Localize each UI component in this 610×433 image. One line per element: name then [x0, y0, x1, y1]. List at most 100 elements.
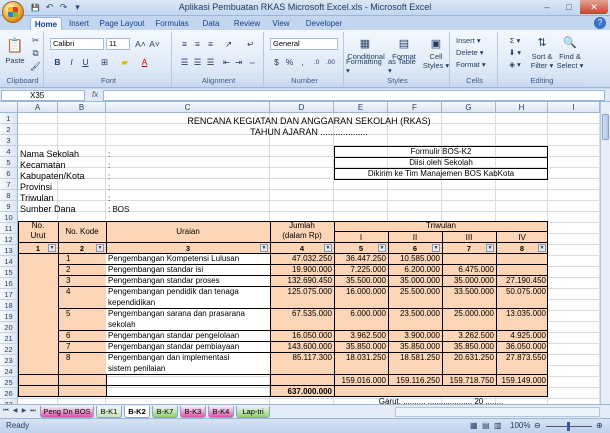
increase-decimal-button[interactable]: .0 [310, 56, 323, 68]
insert-cells-button[interactable]: Insert ▾ [456, 35, 496, 46]
next-sheet-icon[interactable]: ▶ [20, 407, 28, 416]
row-header-13[interactable]: 13 [0, 245, 18, 256]
tab-insert[interactable]: Insert [64, 17, 94, 30]
vertical-scroll-thumb[interactable] [602, 114, 609, 140]
cell-styles-icon[interactable]: ▣ [428, 36, 444, 50]
insert-function-icon[interactable]: fx [92, 90, 98, 99]
autofilter-dropdown-icon[interactable]: ▼ [324, 244, 332, 252]
decrease-decimal-button[interactable]: .00 [324, 56, 337, 68]
align-top-icon[interactable]: ≡ [178, 38, 191, 50]
column-header-f[interactable]: F [388, 102, 442, 113]
maximize-button[interactable]: □ [558, 0, 580, 14]
row-header-14[interactable]: 14 [0, 256, 18, 267]
autofilter-dropdown-icon[interactable]: ▼ [96, 244, 104, 252]
sort-filter-button[interactable]: Sort & [528, 52, 556, 61]
find-select-button-2[interactable]: Select ▾ [556, 61, 584, 70]
tab-review[interactable]: Review [230, 17, 264, 30]
delete-cells-button[interactable]: Delete ▾ [456, 47, 496, 58]
sheet-tab-b-k3[interactable]: B-K3 [180, 406, 206, 418]
autofilter-dropdown-icon[interactable]: ▼ [486, 244, 494, 252]
sort-filter-icon[interactable]: ⇅ [534, 35, 550, 49]
sort-filter-button-2[interactable]: Filter ▾ [528, 61, 556, 70]
row-header-6[interactable]: 6 [0, 168, 18, 179]
align-center-icon[interactable]: ☰ [191, 56, 204, 68]
format-cells-button[interactable]: Format ▾ [456, 59, 496, 70]
close-button[interactable]: ✕ [580, 0, 608, 14]
tab-home[interactable]: Home [30, 17, 62, 30]
autosum-button[interactable]: Σ ▾ [504, 35, 526, 46]
row-header-25[interactable]: 25 [0, 377, 18, 388]
row-header-3[interactable]: 3 [0, 135, 18, 146]
column-header-i[interactable]: I [548, 102, 600, 113]
row-header-15[interactable]: 15 [0, 267, 18, 278]
sheet-tab-lap-tri[interactable]: Lap-tri [236, 406, 270, 418]
row-header-22[interactable]: 22 [0, 344, 18, 355]
shrink-font-icon[interactable]: A˅ [148, 38, 161, 50]
tab-view[interactable]: View [268, 17, 294, 30]
autofilter-dropdown-icon[interactable]: ▼ [48, 244, 56, 252]
wrap-text-icon[interactable]: ↵ [244, 38, 257, 50]
column-header-h[interactable]: H [496, 102, 548, 113]
orientation-icon[interactable]: ↗ [222, 38, 235, 50]
paste-button[interactable]: Paste [2, 56, 28, 65]
format-painter-icon[interactable]: 🖌 [29, 60, 42, 72]
tab-developer[interactable]: Developer [302, 17, 346, 30]
sheet-tab-b-k4[interactable]: B-K4 [208, 406, 234, 418]
tab-formulas[interactable]: Formulas [152, 17, 192, 30]
row-header-26[interactable]: 26 [0, 388, 18, 399]
sheet-tab-b-k2[interactable]: B-K2 [124, 406, 150, 418]
cell-styles-button-2[interactable]: Styles ▾ [422, 61, 450, 70]
office-button[interactable] [2, 1, 24, 23]
horizontal-scrollbar[interactable] [395, 407, 600, 417]
row-header-12[interactable]: 12 [0, 234, 18, 245]
row-header-4[interactable]: 4 [0, 146, 18, 157]
align-right-icon[interactable]: ☰ [204, 56, 217, 68]
conditional-formatting-button-2[interactable]: Formatting ▾ [346, 57, 386, 75]
autofilter-dropdown-icon[interactable]: ▼ [538, 244, 546, 252]
column-header-c[interactable]: C [106, 102, 270, 113]
row-header-21[interactable]: 21 [0, 333, 18, 344]
autofilter-dropdown-icon[interactable]: ▼ [432, 244, 440, 252]
comma-button[interactable]: , [296, 56, 309, 68]
zoom-in-icon[interactable]: ⊕ [596, 421, 603, 430]
column-header-e[interactable]: E [334, 102, 388, 113]
help-icon[interactable]: ? [594, 17, 606, 29]
format-as-table-icon[interactable]: ▤ [396, 36, 412, 50]
borders-icon[interactable]: ⊞ [98, 56, 111, 68]
currency-button[interactable]: $ [270, 56, 283, 68]
view-page-break-icon[interactable]: ▥ [494, 421, 502, 430]
align-middle-icon[interactable]: ≡ [191, 38, 204, 50]
cut-icon[interactable]: ✂ [29, 34, 42, 46]
column-header-b[interactable]: B [58, 102, 106, 113]
row-header-9[interactable]: 9 [0, 201, 18, 212]
format-as-table-button-2[interactable]: as Table ▾ [388, 57, 420, 75]
vertical-scrollbar[interactable] [600, 102, 610, 404]
align-left-icon[interactable]: ☰ [178, 56, 191, 68]
column-header-g[interactable]: G [442, 102, 496, 113]
zoom-level[interactable]: 100% [510, 421, 530, 430]
zoom-out-icon[interactable]: ⊖ [534, 421, 541, 430]
row-header-11[interactable]: 11 [0, 223, 18, 234]
number-format-select[interactable]: General [270, 38, 338, 50]
select-all-corner[interactable] [0, 102, 18, 113]
sheet-tab-b-k1[interactable]: B-K1 [96, 406, 122, 418]
align-bottom-icon[interactable]: ≡ [204, 38, 217, 50]
sheet-tab-b-k7[interactable]: B-K7 [152, 406, 178, 418]
fill-color-icon[interactable]: ▰ [118, 56, 131, 68]
underline-button[interactable]: U [79, 56, 92, 68]
bold-button[interactable]: B [51, 56, 64, 68]
increase-indent-icon[interactable]: ⇥ [232, 56, 245, 68]
font-color-icon[interactable]: A [138, 56, 151, 68]
row-header-10[interactable]: 10 [0, 212, 18, 223]
font-name-select[interactable]: Calibri [50, 38, 104, 50]
sheet-tab-peng-dn-bos[interactable]: Peng Dn BOS [40, 406, 94, 418]
row-header-23[interactable]: 23 [0, 355, 18, 366]
column-header-d[interactable]: D [270, 102, 334, 113]
row-header-7[interactable]: 7 [0, 179, 18, 190]
worksheet-grid[interactable]: RENCANA KEGIATAN DAN ANGGARAN SEKOLAH (R… [18, 113, 600, 404]
row-header-16[interactable]: 16 [0, 278, 18, 289]
last-sheet-icon[interactable]: ⏭ [29, 407, 37, 416]
font-size-select[interactable]: 11 [106, 38, 130, 50]
merge-center-icon[interactable]: ⇔ [246, 56, 259, 68]
first-sheet-icon[interactable]: ⏮ [2, 407, 10, 416]
